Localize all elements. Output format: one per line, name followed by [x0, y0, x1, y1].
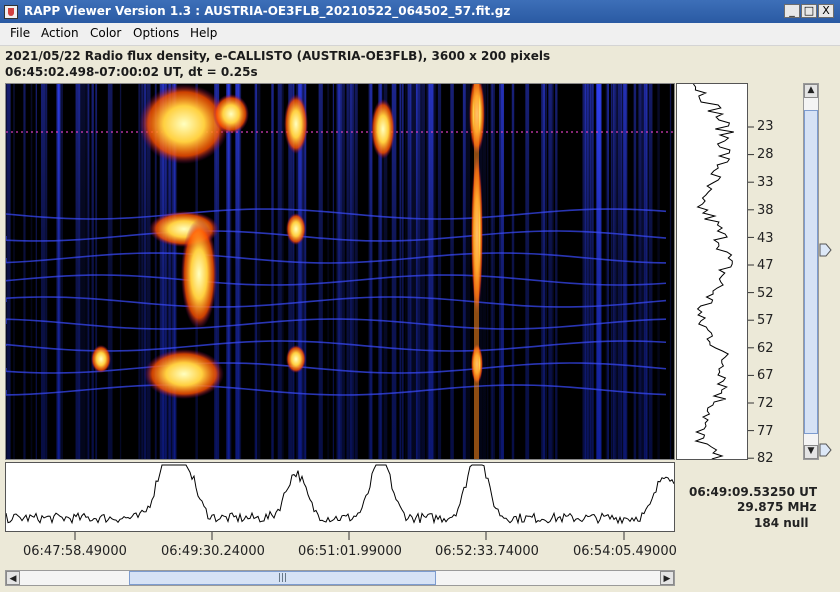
x-tick: 06:52:33.74000 — [435, 544, 539, 559]
frequency-profile-line — [692, 83, 734, 460]
y-tick: 67 — [757, 368, 774, 383]
light-curve-plot — [5, 462, 675, 532]
menu-options[interactable]: Options — [133, 26, 179, 40]
y-tick: 38 — [757, 203, 774, 218]
scroll-up-arrow-icon[interactable]: ▲ — [804, 84, 818, 98]
menu-file[interactable]: File — [10, 26, 30, 40]
y-tick: 23 — [757, 119, 774, 134]
menu-color[interactable]: Color — [90, 26, 121, 40]
y-tick: 47 — [757, 258, 774, 273]
y-tick: 62 — [757, 341, 774, 356]
y-tick: 72 — [757, 396, 774, 411]
scroll-down-arrow-icon[interactable]: ▼ — [804, 445, 818, 459]
y-tick: 43 — [757, 231, 774, 246]
y-tick: 28 — [757, 147, 774, 162]
vertical-scroll-thumb[interactable] — [804, 109, 818, 435]
range-slider-handles[interactable] — [819, 240, 833, 460]
x-tick: 06:49:30.24000 — [161, 544, 265, 559]
y-tick: 57 — [757, 313, 774, 328]
menu-help[interactable]: Help — [190, 26, 217, 40]
vertical-scrollbar[interactable]: ▲ ▼ — [803, 83, 819, 460]
y-tick: 77 — [757, 424, 774, 439]
horizontal-scroll-thumb[interactable]: ||| — [128, 571, 436, 585]
java-app-icon — [4, 5, 18, 19]
y-tick-marks — [748, 126, 754, 459]
close-button[interactable]: X — [818, 4, 834, 18]
window-title: RAPP Viewer Version 1.3 : AUSTRIA-OE3FLB… — [24, 4, 511, 18]
scroll-left-arrow-icon[interactable]: ◀ — [6, 571, 20, 585]
cursor-frequency-readout: 29.875 MHz — [737, 500, 817, 514]
info-line-1: 2021/05/22 Radio flux density, e-CALLIST… — [5, 49, 551, 63]
minimize-button[interactable]: _ — [784, 4, 800, 18]
horizontal-scrollbar[interactable]: ◀ ||| ▶ — [5, 570, 675, 586]
scroll-right-arrow-icon[interactable]: ▶ — [660, 571, 674, 585]
spectrogram-image — [6, 84, 674, 459]
spectrogram-bands — [6, 84, 674, 459]
frequency-profile-plot — [676, 83, 748, 460]
title-bar: RAPP Viewer Version 1.3 : AUSTRIA-OE3FLB… — [0, 0, 840, 23]
x-tick: 06:47:58.49000 — [23, 544, 127, 559]
y-tick: 52 — [757, 286, 774, 301]
x-tick: 06:54:05.49000 — [573, 544, 677, 559]
info-line-2: 06:45:02.498-07:00:02 UT, dt = 0.25s — [5, 65, 258, 79]
menu-bar: File Action Color Options Help — [0, 23, 840, 46]
spectrogram[interactable] — [5, 83, 675, 460]
cursor-time-readout: 06:49:09.53250 UT — [689, 485, 818, 499]
x-tick: 06:51:01.99000 — [298, 544, 402, 559]
x-tick-marks — [74, 532, 625, 540]
cursor-value-readout: 184 null — [754, 516, 809, 530]
menu-action[interactable]: Action — [41, 26, 79, 40]
y-tick: 82 — [757, 451, 774, 466]
y-tick: 33 — [757, 175, 774, 190]
maximize-button[interactable]: □ — [801, 4, 817, 18]
light-curve-line — [5, 464, 675, 525]
